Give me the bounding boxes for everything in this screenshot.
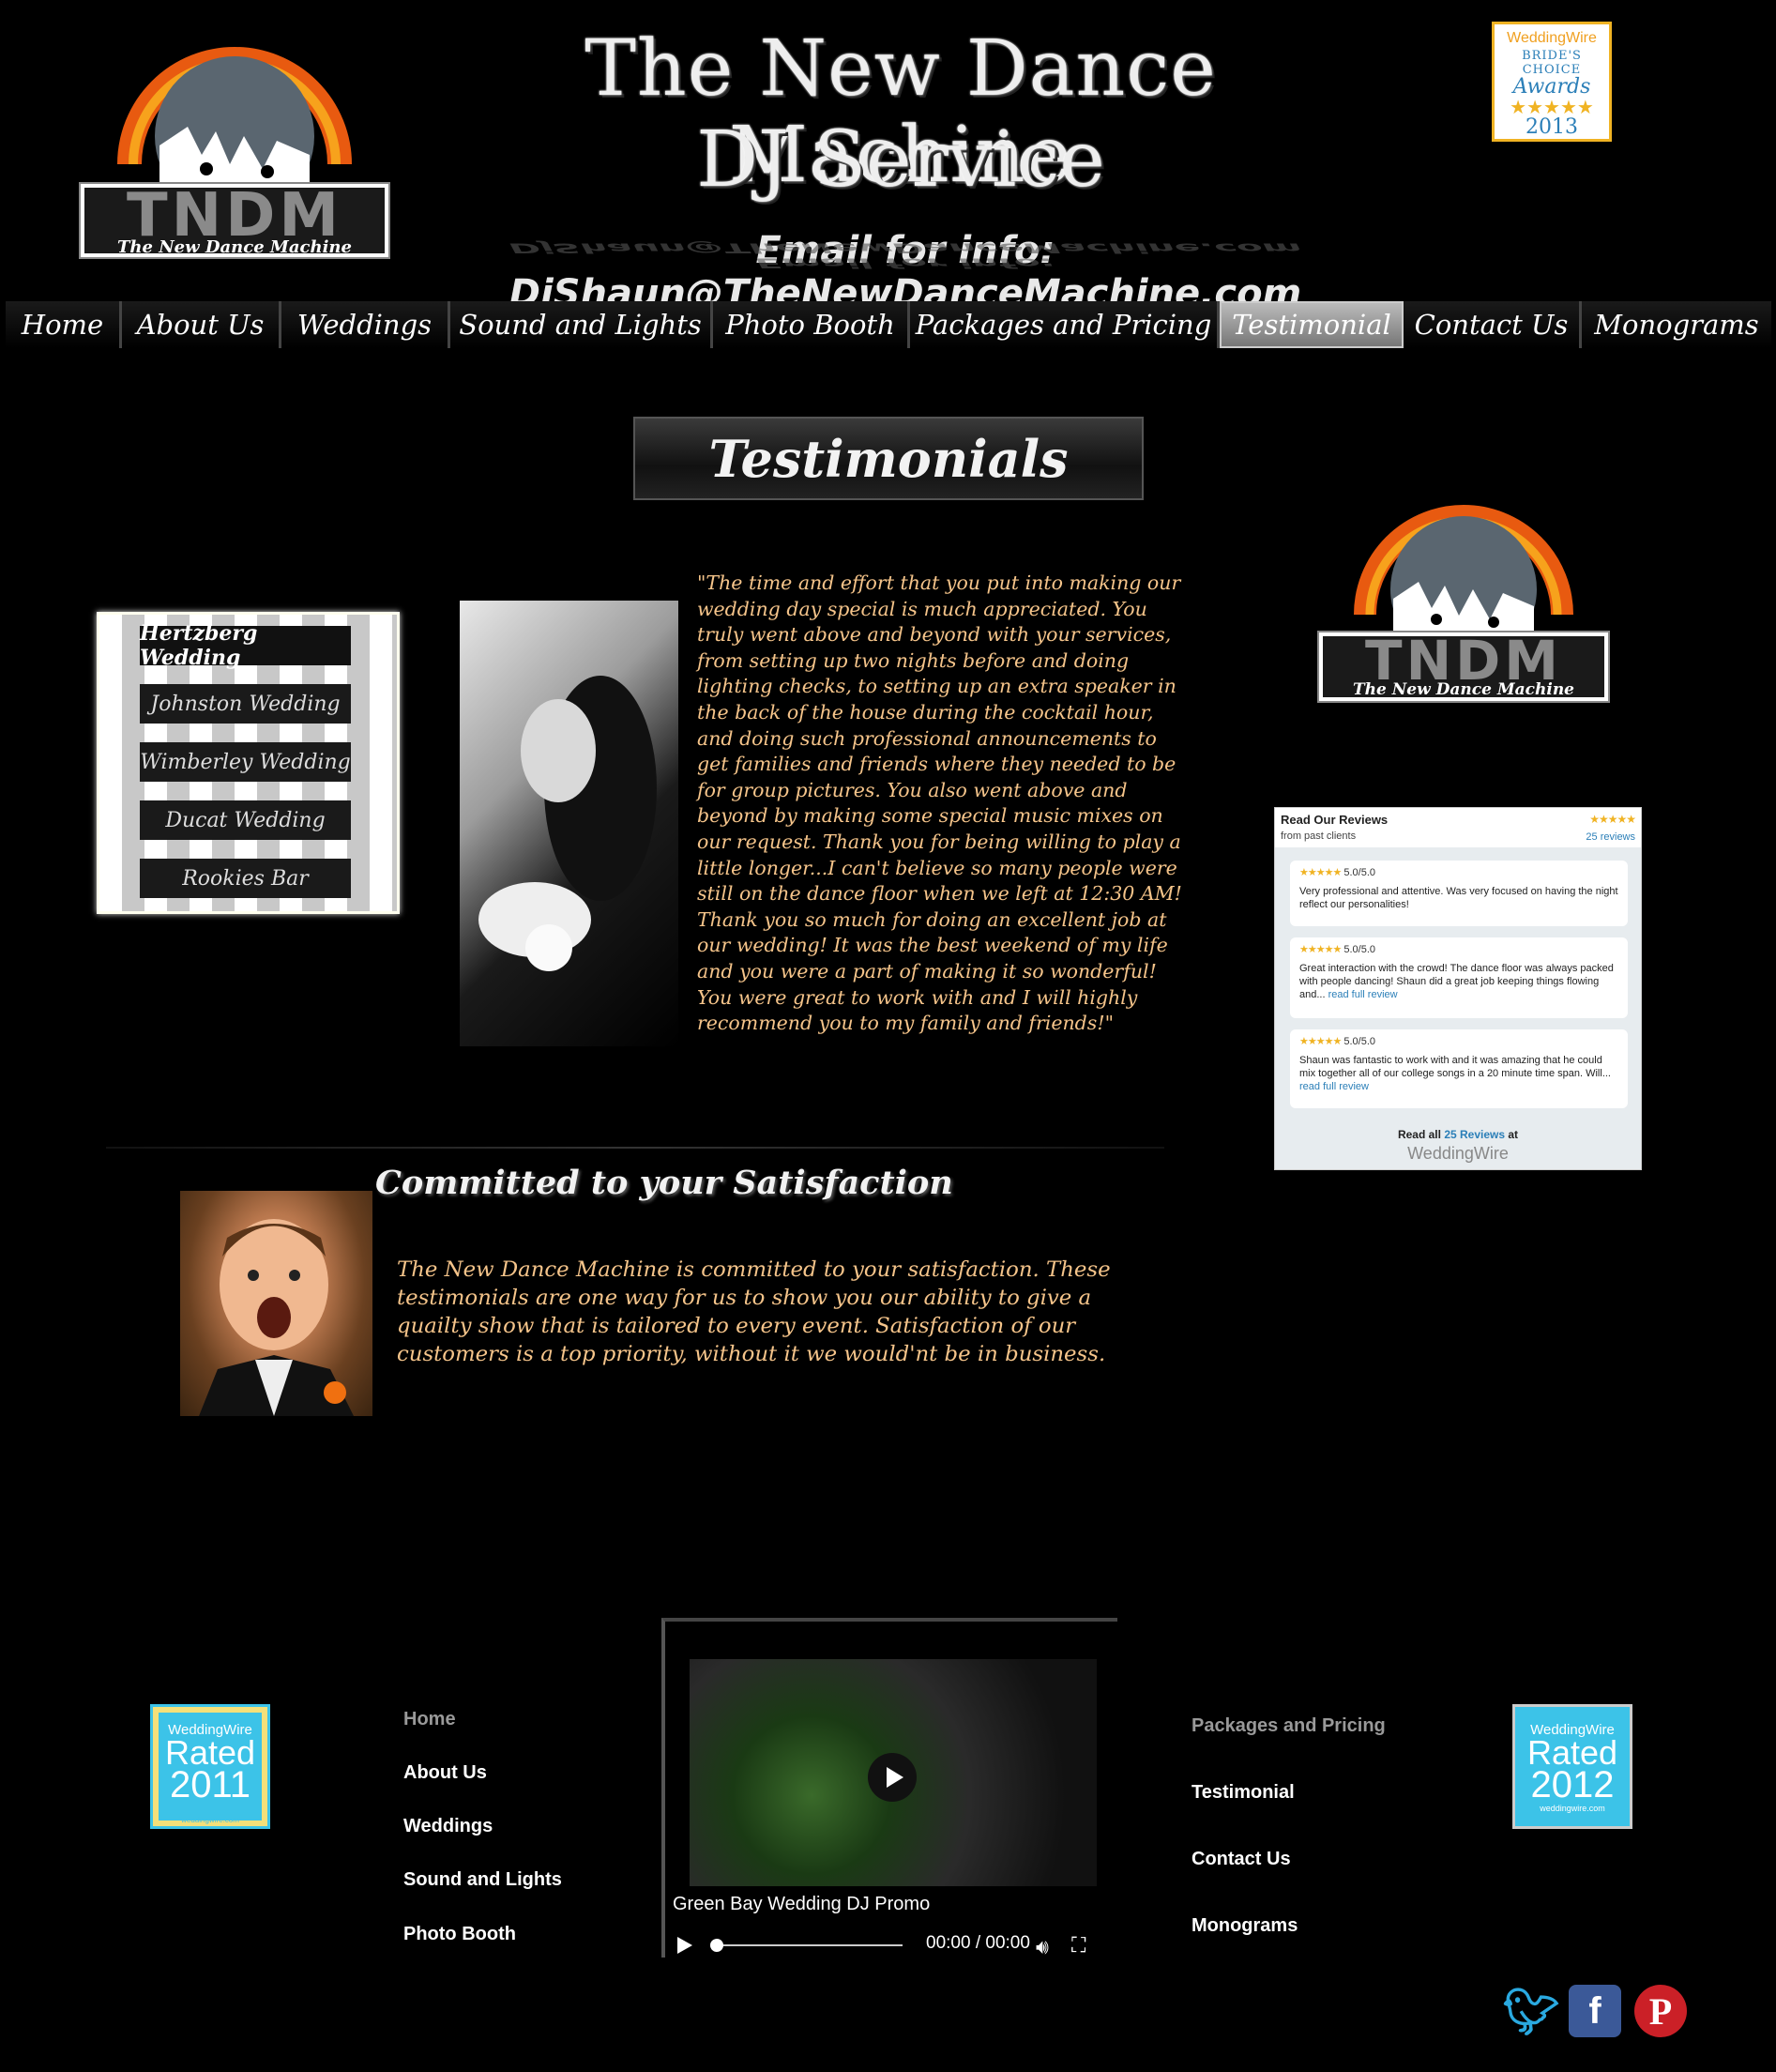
testimonial-quote: "The time and effort that you put into m… bbox=[697, 571, 1182, 1035]
review-text: Shaun was fantastic to work with and it … bbox=[1299, 1055, 1611, 1079]
rated-year: 2012 bbox=[1530, 1764, 1615, 1805]
video-progress-handle[interactable] bbox=[710, 1939, 723, 1952]
reviews-footer: Read all 25 Reviews at bbox=[1275, 1128, 1641, 1141]
play-icon[interactable] bbox=[677, 1937, 692, 1954]
pinterest-icon[interactable]: P bbox=[1634, 1985, 1687, 2037]
nav-monograms[interactable]: Monograms bbox=[1582, 301, 1771, 348]
site-title-line2: DJ Service bbox=[696, 115, 1105, 205]
site-logo[interactable]: TNDM The New Dance Machine bbox=[75, 14, 394, 267]
badge-line2: Awards bbox=[1512, 75, 1591, 99]
badge-line1: BRIDE'S CHOICE bbox=[1522, 49, 1582, 77]
reviews-footer-suffix: at bbox=[1505, 1128, 1519, 1141]
nav-testimonial[interactable]: Testimonial bbox=[1220, 301, 1404, 348]
footer-link-packages-and-pricing[interactable]: Packages and Pricing bbox=[1192, 1715, 1386, 1737]
nav-weddings[interactable]: Weddings bbox=[281, 301, 450, 348]
nav-about-us[interactable]: About Us bbox=[122, 301, 281, 348]
review-card: ★★★★★ 5.0/5.0 Very professional and atte… bbox=[1290, 861, 1628, 926]
nav-home[interactable]: Home bbox=[6, 301, 122, 348]
weddingwire-logo[interactable]: WeddingWire bbox=[1275, 1144, 1641, 1164]
footer-link-photo-booth[interactable]: Photo Booth bbox=[403, 1924, 516, 1945]
review-stars: ★★★★★ bbox=[1299, 944, 1342, 955]
footer-link-contact-us[interactable]: Contact Us bbox=[1192, 1849, 1291, 1870]
volume-icon[interactable]: 🔊︎ bbox=[1036, 1935, 1049, 1959]
wedding-button-wimberley[interactable]: Wimberley Wedding bbox=[140, 742, 351, 782]
review-rating: 5.0/5.0 bbox=[1343, 867, 1376, 878]
rated-year: 2011 bbox=[169, 1764, 250, 1805]
email-reflection: Email for info: DjShaun@TheNewDanceMachi… bbox=[509, 239, 1302, 270]
section-divider bbox=[106, 1147, 1164, 1149]
review-rating: 5.0/5.0 bbox=[1343, 944, 1376, 955]
reviews-title: Read Our Reviews bbox=[1281, 813, 1389, 827]
wedding-button-hertzberg[interactable]: Hertzberg Wedding bbox=[140, 621, 351, 670]
footer-link-weddings[interactable]: Weddings bbox=[403, 1816, 493, 1837]
wedding-selector-panel: Hertzberg Wedding Johnston Wedding Wimbe… bbox=[97, 612, 400, 914]
reviews-subtitle: from past clients bbox=[1281, 830, 1357, 842]
footer-link-about-us[interactable]: About Us bbox=[403, 1762, 487, 1784]
read-full-review-link[interactable]: read full review bbox=[1328, 989, 1398, 1000]
video-progress-track[interactable] bbox=[715, 1944, 903, 1946]
weddingwire-rated-2011-badge[interactable]: WeddingWire Rated 2011 weddingwire.com bbox=[150, 1704, 270, 1829]
reviews-footer-link[interactable]: 25 Reviews bbox=[1444, 1128, 1505, 1141]
weddingwire-rated-2012-badge[interactable]: WeddingWire Rated 2012 weddingwire.com bbox=[1512, 1704, 1632, 1829]
nav-packages-and-pricing[interactable]: Packages and Pricing bbox=[910, 301, 1220, 348]
wedding-button-johnston[interactable]: Johnston Wedding bbox=[140, 684, 351, 724]
page-title: Testimonials bbox=[633, 417, 1144, 500]
badge-year: 2013 bbox=[1526, 115, 1578, 139]
badge-stars: ★★★★★ bbox=[1510, 96, 1594, 118]
wedding-couple-photo bbox=[460, 601, 678, 1046]
video-player: Green Bay Wedding DJ Promo 00:00 / 00:00… bbox=[661, 1618, 1117, 1958]
main-nav: Home About Us Weddings Sound and Lights … bbox=[6, 301, 1771, 348]
video-controls: 00:00 / 00:00 🔊︎ ⛶ bbox=[673, 1931, 1114, 1959]
review-card: ★★★★★ 5.0/5.0 Shaun was fantastic to wor… bbox=[1290, 1029, 1628, 1108]
reviews-count-link[interactable]: 25 reviews bbox=[1586, 831, 1635, 843]
reviews-footer-prefix: Read all bbox=[1397, 1128, 1445, 1141]
facebook-icon[interactable]: f bbox=[1569, 1985, 1621, 2037]
tndm-logo-secondary: TNDM The New Dance Machine bbox=[1313, 479, 1614, 708]
rated-site: weddingwire.com bbox=[181, 1816, 239, 1824]
wedding-button-rookies-bar[interactable]: Rookies Bar bbox=[140, 859, 351, 898]
video-play-overlay-icon[interactable] bbox=[868, 1753, 917, 1802]
review-stars: ★★★★★ bbox=[1299, 1036, 1342, 1047]
logo-tagline-secondary: The New Dance Machine bbox=[1352, 680, 1575, 699]
review-text: Very professional and attentive. Was ver… bbox=[1299, 886, 1618, 910]
nav-photo-booth[interactable]: Photo Booth bbox=[713, 301, 910, 348]
read-full-review-link[interactable]: read full review bbox=[1299, 1081, 1369, 1092]
footer-link-home[interactable]: Home bbox=[403, 1709, 456, 1730]
video-time: 00:00 / 00:00 bbox=[926, 1933, 1030, 1953]
weddingwire-brides-choice-badge[interactable]: WeddingWire BRIDE'S CHOICE Awards ★★★★★ … bbox=[1492, 22, 1612, 142]
footer-link-sound-and-lights[interactable]: Sound and Lights bbox=[403, 1869, 562, 1891]
logo-tagline: The New Dance Machine bbox=[117, 237, 352, 257]
review-card: ★★★★★ 5.0/5.0 Great interaction with the… bbox=[1290, 937, 1628, 1018]
review-rating: 5.0/5.0 bbox=[1343, 1036, 1376, 1047]
footer-link-monograms[interactable]: Monograms bbox=[1192, 1915, 1298, 1937]
video-title: Green Bay Wedding DJ Promo bbox=[673, 1894, 931, 1914]
reviews-widget: Read Our Reviews from past clients ★★★★★… bbox=[1274, 807, 1642, 1170]
review-stars: ★★★★★ bbox=[1299, 867, 1342, 878]
nav-sound-and-lights[interactable]: Sound and Lights bbox=[450, 301, 713, 348]
wedding-button-ducat[interactable]: Ducat Wedding bbox=[140, 800, 351, 840]
reviews-stars: ★★★★★ bbox=[1589, 813, 1636, 826]
committed-heading: Committed to your Satisfaction bbox=[375, 1164, 953, 1202]
dj-portrait-photo bbox=[180, 1191, 372, 1416]
fullscreen-icon[interactable]: ⛶ bbox=[1071, 1933, 1085, 1958]
nav-contact-us[interactable]: Contact Us bbox=[1404, 301, 1582, 348]
twitter-icon[interactable]: 🐦︎ bbox=[1503, 1985, 1560, 2038]
committed-text: The New Dance Machine is committed to yo… bbox=[397, 1257, 1111, 1366]
footer-link-testimonial[interactable]: Testimonial bbox=[1192, 1782, 1295, 1804]
badge-brand: WeddingWire bbox=[1507, 30, 1597, 46]
